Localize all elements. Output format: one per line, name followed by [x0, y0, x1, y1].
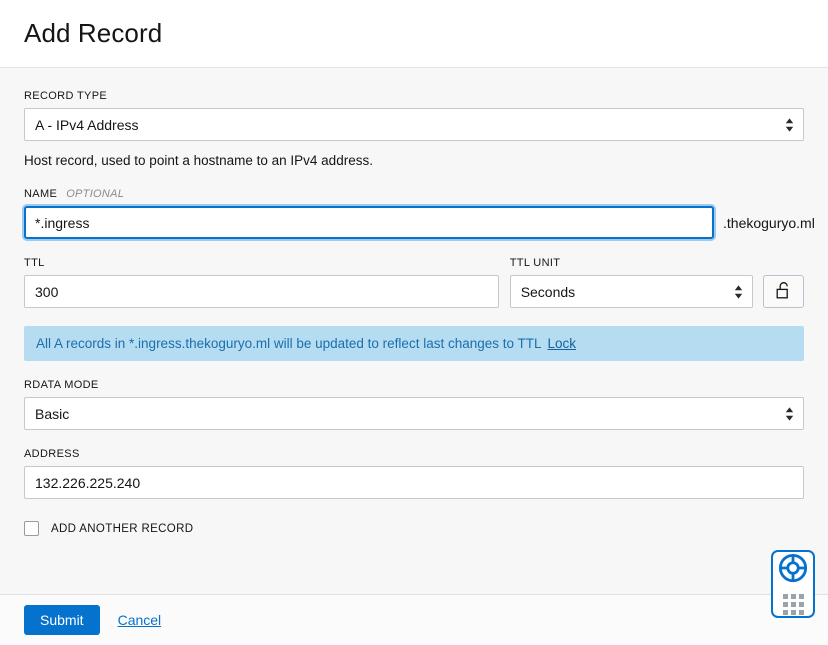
name-optional-tag: OPTIONAL	[66, 188, 125, 200]
grid-dots-icon	[782, 594, 804, 615]
dialog-body: RECORD TYPE A - IPv4 Address Host record…	[0, 68, 828, 594]
chevron-updown-icon	[785, 117, 794, 132]
record-type-field: RECORD TYPE A - IPv4 Address	[24, 90, 804, 141]
address-label: ADDRESS	[24, 448, 804, 460]
name-input-row: .thekoguryo.ml	[24, 206, 815, 239]
unlock-ttl-button[interactable]	[763, 275, 804, 308]
lock-link[interactable]: Lock	[548, 336, 577, 351]
ttl-row: TTL TTL UNIT Seconds	[24, 257, 804, 308]
name-field: NAME OPTIONAL .thekoguryo.ml	[24, 188, 815, 239]
chevron-updown-icon	[734, 284, 743, 299]
record-type-label: RECORD TYPE	[24, 90, 804, 102]
rdata-mode-value: Basic	[35, 405, 70, 422]
name-domain-suffix: .thekoguryo.ml	[723, 214, 815, 231]
cancel-link[interactable]: Cancel	[118, 612, 162, 628]
dialog-footer: Submit Cancel	[0, 594, 828, 645]
rdata-mode-select[interactable]: Basic	[24, 397, 804, 430]
ttl-unit-field: TTL UNIT Seconds	[509, 257, 753, 308]
add-another-record-row: ADD ANOTHER RECORD	[24, 521, 804, 536]
address-input[interactable]	[24, 466, 804, 499]
lock-button-wrap	[763, 275, 804, 308]
rdata-mode-label: RDATA MODE	[24, 379, 804, 391]
ttl-unit-label-text: TTL UNIT	[509, 257, 561, 269]
submit-button[interactable]: Submit	[24, 605, 100, 635]
rdata-mode-field: RDATA MODE Basic	[24, 379, 804, 430]
name-input-wrap	[24, 206, 714, 239]
name-label-text: NAME	[24, 188, 58, 200]
dialog-header: Add Record	[0, 0, 828, 68]
add-another-record-label[interactable]: ADD ANOTHER RECORD	[51, 523, 193, 535]
ttl-input[interactable]	[24, 275, 499, 308]
ttl-unit-label: TTL UNIT	[510, 257, 753, 269]
ttl-label-text: TTL	[24, 257, 45, 269]
ttl-field: TTL	[24, 257, 499, 308]
support-widget[interactable]	[771, 550, 815, 618]
chevron-updown-icon	[785, 406, 794, 421]
add-record-dialog: Add Record RECORD TYPE A - IPv4 Address …	[0, 0, 828, 645]
unlocked-padlock-icon	[776, 281, 792, 303]
name-input[interactable]	[24, 206, 714, 239]
ttl-unit-value: Seconds	[520, 283, 576, 300]
record-type-value: A - IPv4 Address	[35, 116, 139, 133]
record-type-helper-text: Host record, used to point a hostname to…	[24, 153, 373, 168]
record-type-label-text: RECORD TYPE	[24, 90, 108, 102]
record-type-select[interactable]: A - IPv4 Address	[24, 108, 804, 141]
add-another-record-checkbox[interactable]	[24, 521, 39, 536]
address-label-text: ADDRESS	[24, 448, 80, 460]
ttl-info-message: All A records in *.ingress.thekoguryo.ml…	[36, 336, 542, 351]
ttl-unit-select[interactable]: Seconds	[509, 275, 753, 308]
ttl-label: TTL	[24, 257, 499, 269]
address-field: ADDRESS	[24, 448, 804, 499]
life-ring-icon	[778, 553, 808, 588]
page-title: Add Record	[24, 18, 163, 48]
name-label: NAME OPTIONAL	[24, 188, 804, 200]
rdata-mode-label-text: RDATA MODE	[24, 379, 99, 391]
ttl-info-banner: All A records in *.ingress.thekoguryo.ml…	[24, 326, 804, 361]
